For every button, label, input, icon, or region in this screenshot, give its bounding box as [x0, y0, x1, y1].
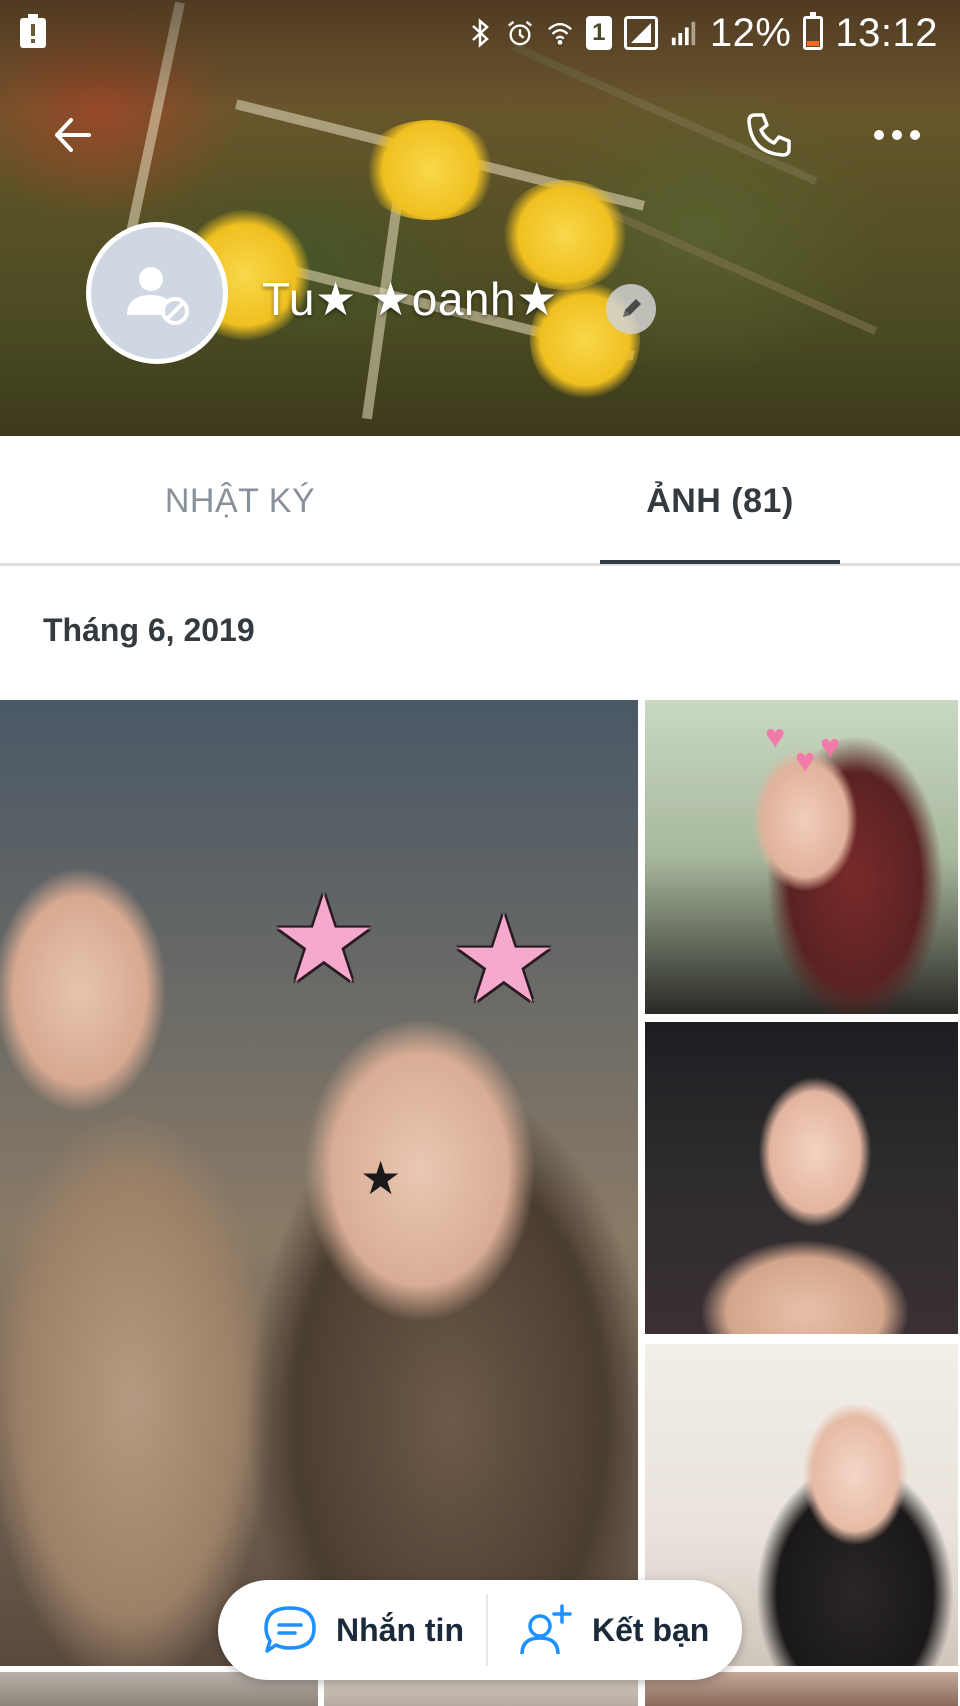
gallery-date-heading: Tháng 6, 2019 — [43, 612, 255, 648]
nose-star-sticker-icon: ★ — [360, 1152, 402, 1204]
edit-name-button[interactable] — [606, 284, 656, 334]
photo-thumbnail[interactable] — [645, 1022, 958, 1334]
signal-strength-icon — [671, 21, 696, 46]
back-arrow-icon — [55, 118, 91, 152]
battery-percent: 12% — [709, 10, 792, 55]
phone-icon — [747, 113, 791, 157]
action-divider — [486, 1594, 488, 1666]
star-sticker-icon: ★ — [450, 893, 558, 1027]
send-message-button[interactable]: Nhắn tin — [262, 1580, 464, 1680]
tab-photos[interactable]: ẢNH (81) — [600, 436, 840, 566]
cover-photo[interactable]: 1 12% 13:12 Tu★ ★oanh★ — [0, 0, 960, 436]
bluetooth-icon — [471, 18, 489, 48]
photo-thumbnail[interactable]: ★ ★ ★ — [0, 700, 638, 1666]
send-message-label: Nhắn tin — [336, 1611, 464, 1648]
battery-icon — [803, 12, 824, 50]
pencil-icon — [623, 299, 641, 317]
profile-tabs: NHẬT KÝ ẢNH (81) — [0, 436, 960, 566]
photo-thumbnail[interactable]: ♥ ♥ ♥ — [645, 700, 958, 1014]
tab-diary[interactable]: NHẬT KÝ — [0, 436, 480, 566]
profile-name: Tu★ ★oanh★ — [262, 273, 558, 325]
add-user-icon — [520, 1604, 572, 1655]
sim-icon: 1 — [585, 16, 612, 50]
star-sticker-icon: ★ — [270, 873, 378, 1007]
profile-action-bar: Nhắn tin Kết bạn — [218, 1580, 742, 1680]
status-bar: 1 12% 13:12 — [0, 0, 960, 66]
call-button[interactable] — [734, 100, 804, 170]
heart-sticker-icon: ♥ — [820, 728, 841, 766]
back-button[interactable] — [38, 100, 108, 170]
alert-icon — [20, 14, 46, 48]
more-icon — [874, 130, 920, 140]
user-blocked-icon — [127, 267, 189, 325]
active-tab-indicator — [600, 560, 840, 564]
avatar[interactable] — [86, 222, 228, 364]
heart-sticker-icon: ♥ — [795, 742, 816, 780]
signal-icon — [623, 16, 658, 50]
chat-bubble-icon — [264, 1606, 316, 1653]
wifi-icon — [547, 22, 572, 45]
add-friend-label: Kết bạn — [592, 1611, 710, 1648]
heart-sticker-icon: ♥ — [765, 718, 786, 756]
clock: 13:12 — [835, 10, 938, 55]
alarm-icon — [507, 20, 532, 46]
more-options-button[interactable] — [862, 100, 932, 170]
add-friend-button[interactable]: Kết bạn — [518, 1580, 709, 1680]
